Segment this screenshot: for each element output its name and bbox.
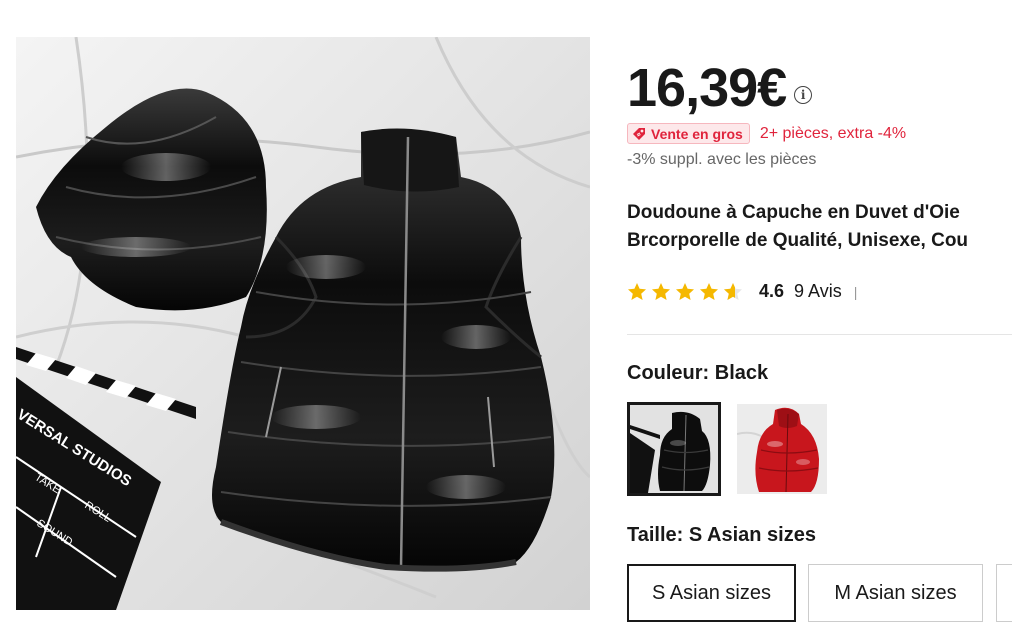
color-option-black[interactable]: [627, 402, 721, 496]
bulk-badge-label: Vente en gros: [651, 125, 743, 142]
rating-value: 4.6: [759, 281, 785, 301]
rating-row[interactable]: 4.6 9 Avis |: [627, 281, 857, 302]
tag-icon: [633, 127, 645, 140]
reviews-link[interactable]: 9 Avis: [794, 281, 842, 302]
color-label: Couleur: Black: [627, 362, 769, 384]
product-title: Doudoune à Capuche en Duvet d'Oie Brcorp…: [627, 199, 1012, 255]
product-price: 16,39€: [627, 58, 787, 118]
product-title-line-1: Doudoune à Capuche en Duvet d'Oie: [627, 202, 960, 223]
star-icon: [700, 282, 718, 300]
half-star-icon: [724, 282, 742, 300]
size-option-next[interactable]: [996, 564, 1012, 622]
section-divider: [627, 334, 1012, 335]
info-icon[interactable]: i: [794, 86, 813, 104]
star-rating: [627, 282, 747, 302]
star-icon: [628, 282, 646, 300]
size-label: Taille: S Asian sizes: [627, 524, 816, 546]
size-option-m[interactable]: M Asian sizes: [808, 564, 983, 622]
star-icon: [652, 282, 670, 300]
price-row: 16,39€ i: [627, 58, 813, 118]
extra-discount-text: -3% suppl. avec les pièces: [627, 151, 817, 168]
bulk-offer-row: Vente en gros 2+ pièces, extra -4%: [627, 123, 906, 144]
product-main-image[interactable]: VERSAL STUDIOS TAKE ROLL SOUND: [16, 37, 590, 610]
bulk-badge: Vente en gros: [627, 123, 750, 144]
product-title-line-2: Brcorporelle de Qualité, Unisexe, Cou: [627, 230, 969, 251]
black-vest-thumbnail: [630, 405, 718, 493]
vest-photo: VERSAL STUDIOS TAKE ROLL SOUND: [16, 37, 590, 610]
bulk-offer-text: 2+ pièces, extra -4%: [759, 124, 907, 142]
color-option-red[interactable]: [737, 404, 827, 494]
rating-separator: |: [853, 283, 858, 300]
size-option-s[interactable]: S Asian sizes: [627, 564, 796, 622]
star-icon: [676, 282, 694, 300]
red-vest-thumbnail: [737, 404, 827, 494]
product-page: VERSAL STUDIOS TAKE ROLL SOUND 16,39€ i …: [0, 0, 1012, 625]
